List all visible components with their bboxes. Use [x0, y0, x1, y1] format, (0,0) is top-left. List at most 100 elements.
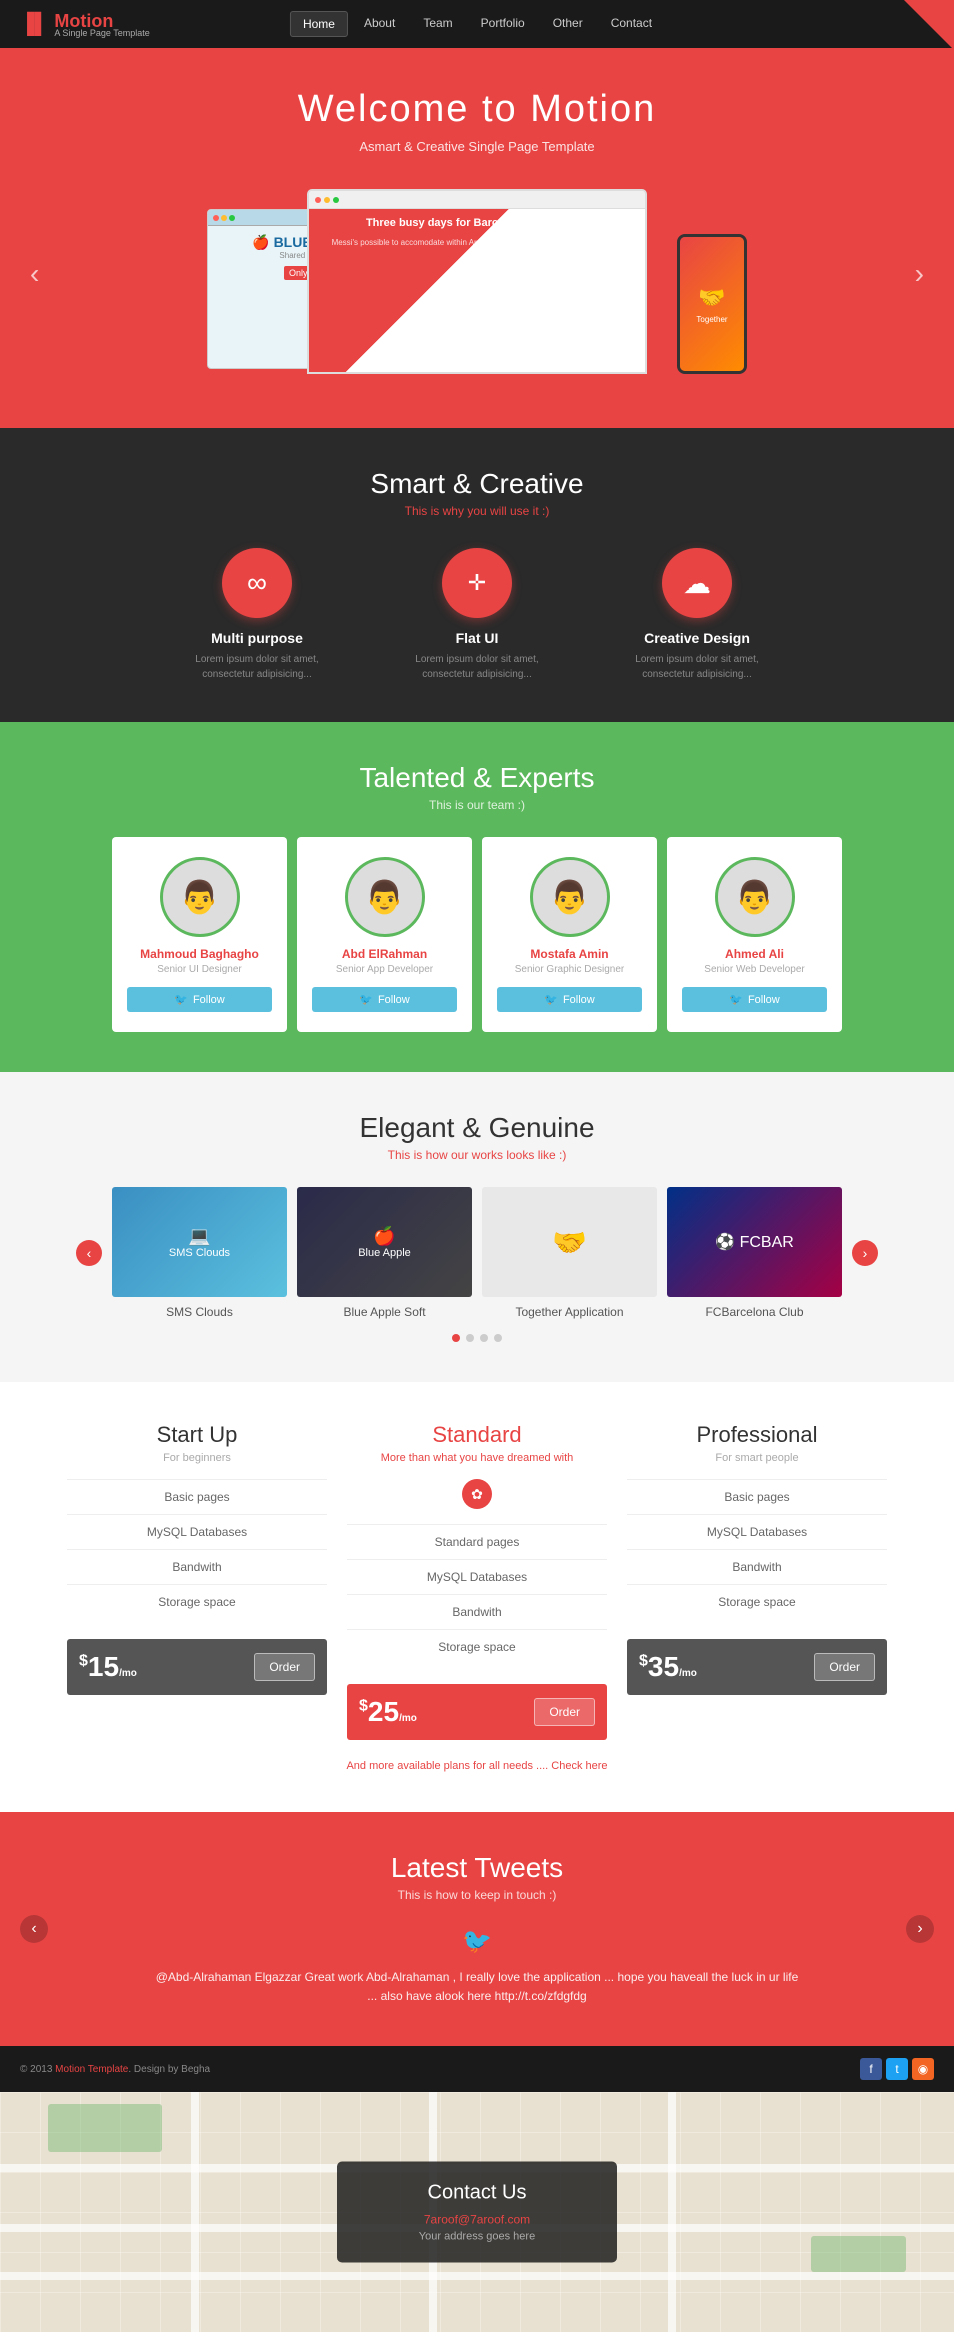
hero-title: Welcome to Motion — [20, 88, 934, 131]
pricing-subtitle-2: For smart people — [627, 1452, 887, 1464]
pricing-feature-0-2: Bandwith — [67, 1549, 327, 1584]
pricing-price-2: $35/mo Order — [627, 1639, 887, 1695]
order-btn-1[interactable]: Order — [534, 1698, 595, 1726]
nav-about[interactable]: About — [352, 11, 407, 37]
pricing-title-2: Professional — [627, 1422, 887, 1448]
pricing-feature-1-1: MySQL Databases — [347, 1559, 607, 1594]
phone-screen: 🤝 Together — [680, 237, 744, 371]
dot-0[interactable] — [452, 1334, 460, 1342]
feature-title-1: Flat UI — [397, 630, 557, 646]
dot-2[interactable] — [480, 1334, 488, 1342]
follow-btn-3[interactable]: 🐦 Follow — [682, 987, 827, 1012]
pricing-feature-0-3: Storage space — [67, 1584, 327, 1619]
portfolio-item-2: 🤝 Together Application — [482, 1187, 657, 1319]
pricing-section: Start Up For beginners Basic pages MySQL… — [0, 1382, 954, 1812]
portfolio-label-1: Blue Apple Soft — [297, 1305, 472, 1319]
portfolio-subtitle: This is how our works looks like :) — [20, 1148, 934, 1162]
avatar-3: 👨 — [715, 857, 795, 937]
order-btn-2[interactable]: Order — [814, 1653, 875, 1681]
nav-contact[interactable]: Contact — [599, 11, 664, 37]
nav-portfolio[interactable]: Portfolio — [469, 11, 537, 37]
map-park — [48, 2104, 162, 2152]
pricing-price-0: $15/mo Order — [67, 1639, 327, 1695]
flatui-icon: ✛ — [442, 548, 512, 618]
pricing-title-1: Standard — [347, 1422, 607, 1448]
twitter-bird-icon: 🐦 — [30, 1927, 924, 1956]
pricing-grid: Start Up For beginners Basic pages MySQL… — [20, 1422, 934, 1740]
nav-other[interactable]: Other — [541, 11, 595, 37]
map-road-v3 — [668, 2092, 676, 2332]
phone-mockup: 🤝 Together — [677, 234, 747, 374]
brand-subtitle: A Single Page Template — [54, 28, 149, 38]
team-section: Talented & Experts This is our team :) 👨… — [0, 722, 954, 1072]
main-nav: Home About Team Portfolio Other Contact — [290, 11, 664, 37]
dot-3[interactable] — [494, 1334, 502, 1342]
facebook-icon[interactable]: f — [860, 2058, 882, 2080]
contact-address: Your address goes here — [377, 2231, 577, 2243]
hero-mockup: 🍎 BLUE APPLE Shared Hosting Only 30$ Thr… — [187, 174, 767, 374]
portfolio-prev[interactable]: ‹ — [76, 1240, 102, 1266]
pricing-note: And more available plans for all needs .… — [20, 1760, 934, 1772]
feature-desc-0: Lorem ipsum dolor sit amet, consectetur … — [177, 652, 337, 682]
brand-icon: ▐▌ — [20, 13, 48, 36]
pricing-feature-2-1: MySQL Databases — [627, 1514, 887, 1549]
team-subtitle: This is our team :) — [20, 798, 934, 812]
twitter-icon[interactable]: t — [886, 2058, 908, 2080]
tweet-next[interactable]: › — [906, 1915, 934, 1943]
portfolio-carousel: ‹ 💻 SMS Clouds SMS Clouds 🍎 Blue Apple — [20, 1187, 934, 1319]
hero-next-arrow[interactable]: › — [915, 258, 924, 290]
portfolio-thumb-2: 🤝 — [482, 1187, 657, 1297]
portfolio-next[interactable]: › — [852, 1240, 878, 1266]
contact-box: Contact Us 7aroof@7aroof.com Your addres… — [337, 2162, 617, 2263]
footer-brand-link[interactable]: Motion Template — [55, 2064, 128, 2075]
follow-btn-1[interactable]: 🐦 Follow — [312, 987, 457, 1012]
team-card-2: 👨 Mostafa Amin Senior Graphic Designer 🐦… — [482, 837, 657, 1032]
order-btn-0[interactable]: Order — [254, 1653, 315, 1681]
member-name-1: Abd ElRahman — [312, 947, 457, 961]
contact-email: 7aroof@7aroof.com — [377, 2213, 577, 2227]
rss-icon[interactable]: ◉ — [912, 2058, 934, 2080]
portfolio-thumb-3: ⚽ FCBAR — [667, 1187, 842, 1297]
feature-title-2: Creative Design — [617, 630, 777, 646]
pricing-feature-1-2: Bandwith — [347, 1594, 607, 1629]
portfolio-section: Elegant & Genuine This is how our works … — [0, 1072, 954, 1382]
portfolio-label-2: Together Application — [482, 1305, 657, 1319]
team-grid: 👨 Mahmoud Baghagho Senior UI Designer 🐦 … — [20, 837, 934, 1032]
footer-social-icons: f t ◉ — [860, 2058, 934, 2080]
pricing-feature-2-2: Bandwith — [627, 1549, 887, 1584]
features-title: Smart & Creative — [20, 468, 934, 500]
map-park2 — [811, 2236, 906, 2272]
tweets-section: Latest Tweets This is how to keep in tou… — [0, 1812, 954, 2046]
tweets-subtitle: This is how to keep in touch :) — [30, 1888, 924, 1902]
brand: ▐▌ Motion A Single Page Template — [20, 11, 150, 38]
portfolio-item-1: 🍎 Blue Apple Blue Apple Soft — [297, 1187, 472, 1319]
follow-btn-0[interactable]: 🐦 Follow — [127, 987, 272, 1012]
nav-team[interactable]: Team — [411, 11, 464, 37]
portfolio-item-0: 💻 SMS Clouds SMS Clouds — [112, 1187, 287, 1319]
pricing-startup: Start Up For beginners Basic pages MySQL… — [67, 1422, 327, 1740]
map-section: Contact Us 7aroof@7aroof.com Your addres… — [0, 2092, 954, 2332]
feature-title-0: Multi purpose — [177, 630, 337, 646]
multipurpose-icon: ∞ — [222, 548, 292, 618]
footer-copyright: © 2013 Motion Template. Design by Begha — [20, 2064, 210, 2075]
features-section: Smart & Creative This is why you will us… — [0, 428, 954, 722]
follow-btn-2[interactable]: 🐦 Follow — [497, 987, 642, 1012]
pricing-standard: Standard More than what you have dreamed… — [347, 1422, 607, 1740]
price-amount-0: $15/mo — [79, 1651, 137, 1683]
pricing-feature-2-3: Storage space — [627, 1584, 887, 1619]
feature-multipurpose: ∞ Multi purpose Lorem ipsum dolor sit am… — [177, 548, 337, 682]
member-role-1: Senior App Developer — [312, 964, 457, 975]
footer: © 2013 Motion Template. Design by Begha … — [0, 2046, 954, 2092]
avatar-2: 👨 — [530, 857, 610, 937]
nav-home[interactable]: Home — [290, 11, 348, 37]
dot-1[interactable] — [466, 1334, 474, 1342]
avatar-1: 👨 — [345, 857, 425, 937]
pricing-badge-1: ✿ — [462, 1479, 492, 1509]
member-role-3: Senior Web Developer — [682, 964, 827, 975]
portfolio-thumb-0: 💻 SMS Clouds — [112, 1187, 287, 1297]
hero-prev-arrow[interactable]: ‹ — [30, 258, 39, 290]
portfolio-label-3: FCBarcelona Club — [667, 1305, 842, 1319]
tweet-prev[interactable]: ‹ — [20, 1915, 48, 1943]
pricing-feature-0-0: Basic pages — [67, 1479, 327, 1514]
portfolio-item-3: ⚽ FCBAR FCBarcelona Club — [667, 1187, 842, 1319]
